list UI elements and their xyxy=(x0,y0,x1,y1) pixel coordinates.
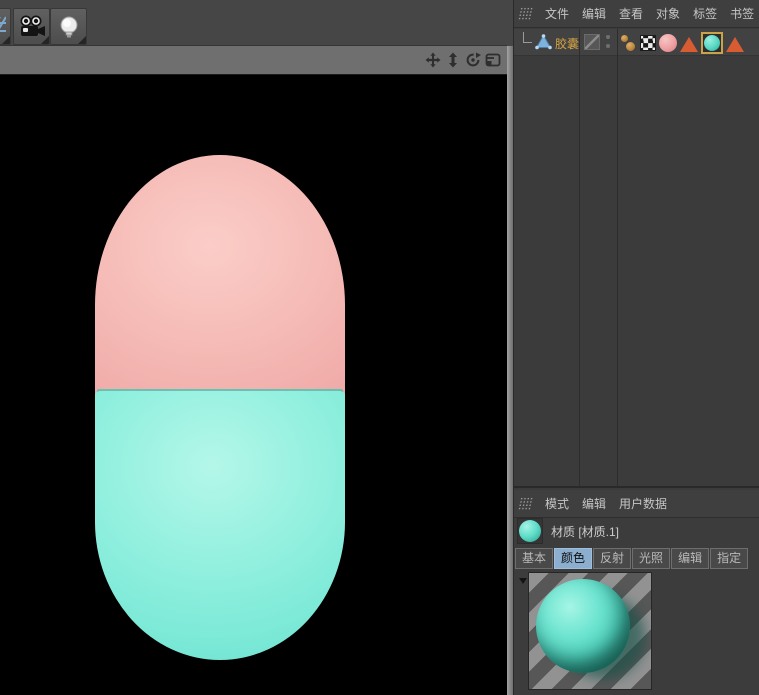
tab-assign[interactable]: 指定 xyxy=(710,548,748,569)
app-window: 文件 编辑 查看 对象 标签 书签 胶囊 xyxy=(0,0,759,695)
material-tag-teal-selected[interactable] xyxy=(701,32,723,54)
menu-objects[interactable]: 对象 xyxy=(656,5,680,22)
material-title: 材质 [材质.1] xyxy=(551,523,619,540)
submenu-notch xyxy=(2,36,10,44)
preview-sphere xyxy=(536,579,630,673)
menu-mode[interactable]: 模式 xyxy=(545,495,569,512)
visibility-dots[interactable] xyxy=(606,35,610,53)
phong-tag-icon[interactable] xyxy=(680,37,698,52)
material-title-row: 材质 [材质.1] xyxy=(514,516,759,546)
right-panel: 文件 编辑 查看 对象 标签 书签 胶囊 xyxy=(513,0,759,695)
dots-tag-icon[interactable] xyxy=(620,33,637,53)
panel-handle-icon[interactable] xyxy=(518,497,534,510)
layer-toggle-icon[interactable] xyxy=(584,34,600,50)
tag-list xyxy=(620,32,744,54)
tree-branch xyxy=(523,32,532,43)
floor-tool-button[interactable] xyxy=(0,8,11,45)
menu-edit[interactable]: 编辑 xyxy=(582,5,606,22)
material-tag-teal-icon xyxy=(704,35,720,51)
toggle-view-icon[interactable] xyxy=(484,51,501,69)
attribute-manager: 模式 编辑 用户数据 材质 [材质.1] 基本 颜色 反射 光照 编辑 指定 xyxy=(514,490,759,695)
tab-editor[interactable]: 编辑 xyxy=(671,548,709,569)
capsule-bottom-teal xyxy=(95,391,345,660)
pan-icon[interactable] xyxy=(424,51,441,69)
tab-color[interactable]: 颜色 xyxy=(554,548,592,569)
column-divider xyxy=(579,29,580,486)
capsule-primitive-icon xyxy=(535,34,552,50)
object-manager: 文件 编辑 查看 对象 标签 书签 胶囊 xyxy=(514,0,759,488)
tab-basic[interactable]: 基本 xyxy=(515,548,553,569)
material-tabs: 基本 颜色 反射 光照 编辑 指定 xyxy=(515,548,748,569)
compositing-tag-icon[interactable] xyxy=(640,35,656,51)
camera-tool-button[interactable] xyxy=(13,8,50,45)
object-manager-menubar: 文件 编辑 查看 对象 标签 书签 xyxy=(514,0,759,28)
object-row-capsule[interactable]: 胶囊 xyxy=(514,29,759,56)
material-tag-pink-icon[interactable] xyxy=(659,34,677,52)
rotate-view-icon[interactable] xyxy=(464,51,481,69)
menu-edit[interactable]: 编辑 xyxy=(582,495,606,512)
capsule-object[interactable] xyxy=(95,155,345,660)
collapse-arrow-icon[interactable] xyxy=(519,578,527,584)
dolly-zoom-icon[interactable] xyxy=(444,51,461,69)
tab-reflectance[interactable]: 反射 xyxy=(593,548,631,569)
menu-tags[interactable]: 标签 xyxy=(693,5,717,22)
attribute-manager-menubar: 模式 编辑 用户数据 xyxy=(514,490,759,518)
menu-bookmarks[interactable]: 书签 xyxy=(730,5,754,22)
menu-user-data[interactable]: 用户数据 xyxy=(619,495,667,512)
menu-view[interactable]: 查看 xyxy=(619,5,643,22)
panel-handle-icon[interactable] xyxy=(518,7,534,20)
light-tool-button[interactable] xyxy=(50,8,87,45)
viewport-3d[interactable] xyxy=(0,75,507,695)
submenu-notch xyxy=(41,36,49,44)
column-divider xyxy=(617,29,618,486)
viewport-header xyxy=(0,46,507,75)
phong-tag-icon[interactable] xyxy=(726,37,744,52)
tab-illumination[interactable]: 光照 xyxy=(632,548,670,569)
top-toolbar xyxy=(0,0,513,46)
submenu-notch xyxy=(78,36,86,44)
menu-file[interactable]: 文件 xyxy=(545,5,569,22)
material-preview[interactable] xyxy=(528,572,652,690)
object-name[interactable]: 胶囊 xyxy=(555,35,579,52)
material-thumbnail xyxy=(517,518,543,544)
capsule-top-pink xyxy=(95,155,345,395)
material-sphere-icon xyxy=(519,520,541,542)
viewport-nav-controls xyxy=(424,51,501,69)
